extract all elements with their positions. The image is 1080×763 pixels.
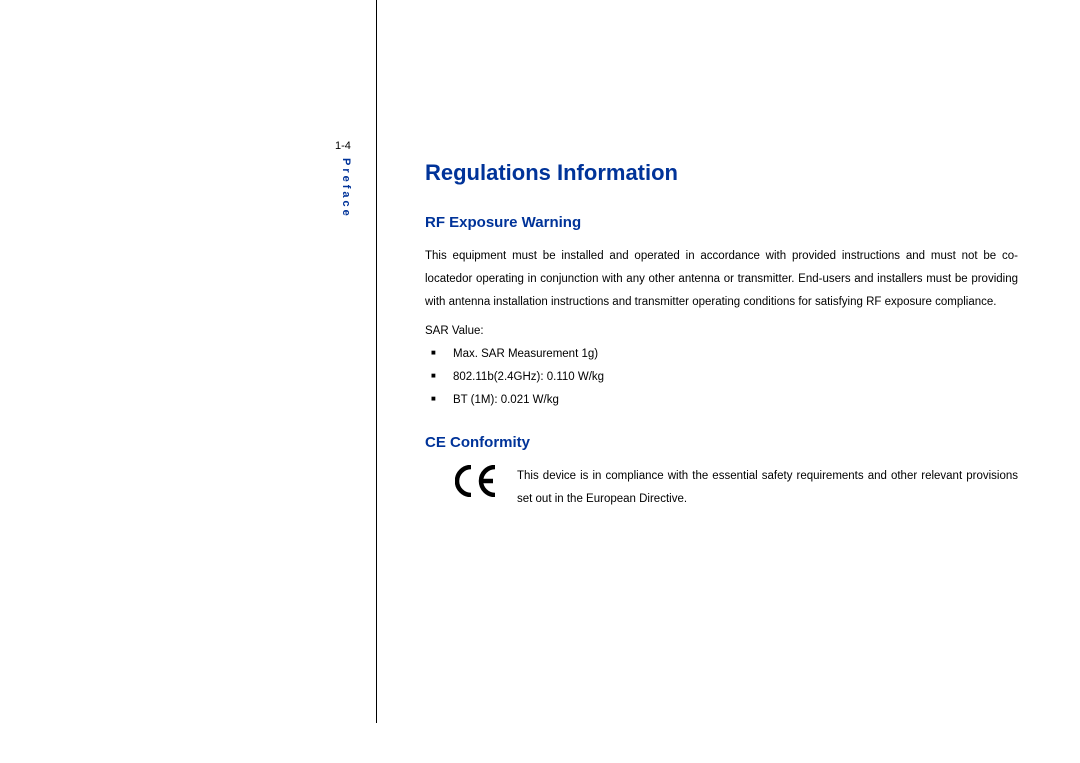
heading-regulations: Regulations Information: [425, 160, 1018, 186]
sar-bullet-list: Max. SAR Measurement 1g) 802.11b(2.4GHz)…: [425, 343, 1018, 412]
ce-row: This device is in compliance with the es…: [425, 465, 1018, 511]
sar-value-label: SAR Value:: [425, 320, 1018, 343]
ce-mark-icon: [455, 465, 499, 502]
ce-paragraph: This device is in compliance with the es…: [517, 465, 1018, 511]
heading-rf-exposure: RF Exposure Warning: [425, 214, 1018, 231]
document-page: 1-4 Preface Regulations Information RF E…: [0, 0, 1080, 763]
list-item: Max. SAR Measurement 1g): [425, 343, 1018, 366]
list-item: 802.11b(2.4GHz): 0.110 W/kg: [425, 366, 1018, 389]
rf-paragraph: This equipment must be installed and ope…: [425, 245, 1018, 314]
list-item: BT (1M): 0.021 W/kg: [425, 389, 1018, 412]
sidebar-section-label: Preface: [340, 158, 352, 219]
main-content: Regulations Information RF Exposure Warn…: [425, 160, 1018, 511]
margin-rule: [376, 0, 377, 723]
heading-ce-conformity: CE Conformity: [425, 434, 1018, 451]
page-number: 1-4: [335, 140, 351, 152]
